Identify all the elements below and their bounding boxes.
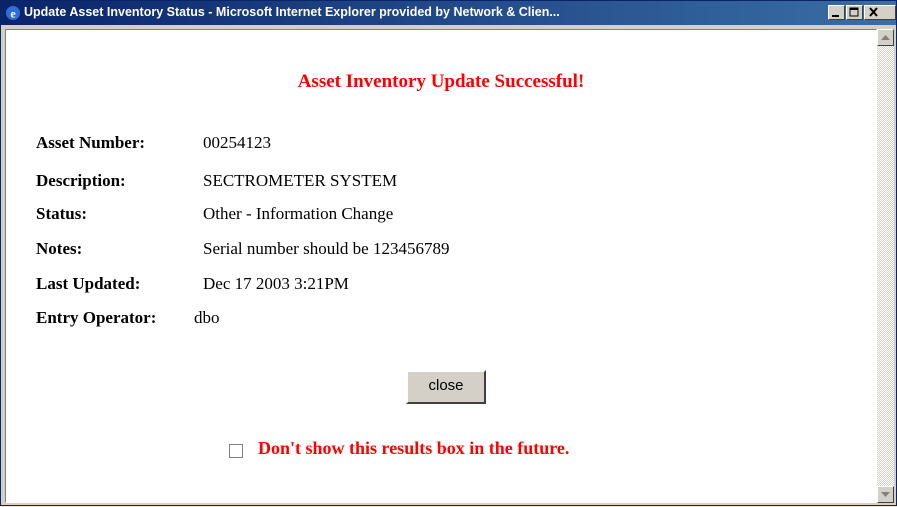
- field-label: Last Updated:: [36, 274, 141, 293]
- field-label: Notes:: [36, 239, 83, 258]
- close-window-button[interactable]: [864, 5, 896, 20]
- field-value: SECTROMETER SYSTEM: [203, 171, 398, 190]
- field-label: Status:: [36, 204, 88, 223]
- vertical-scrollbar[interactable]: [877, 29, 894, 503]
- minimize-icon: [832, 15, 839, 17]
- field-label: Asset Number:: [36, 133, 146, 152]
- scroll-up-button[interactable]: [877, 29, 894, 46]
- field-value: Serial number should be 123456789: [203, 239, 450, 258]
- dont-show-label[interactable]: Don't show this results box in the futur…: [258, 438, 569, 459]
- minimize-button[interactable]: [828, 5, 845, 20]
- field-value: dbo: [194, 308, 220, 327]
- field-label: Entry Operator:: [36, 308, 157, 327]
- close-icon: [869, 7, 878, 17]
- scroll-down-button[interactable]: [877, 486, 894, 503]
- field-value: Dec 17 2003 3:21PM: [203, 274, 349, 293]
- field-value: Other - Information Change: [203, 204, 394, 223]
- window-title: Update Asset Inventory Status - Microsof…: [24, 5, 560, 19]
- browser-window: e Update Asset Inventory Status - Micros…: [0, 0, 897, 506]
- scroll-down-icon: [881, 492, 890, 497]
- svg-text:e: e: [10, 7, 16, 21]
- field-label: Description:: [36, 171, 126, 190]
- success-heading: Asset Inventory Update Successful!: [297, 71, 585, 92]
- maximize-icon: [849, 7, 859, 17]
- close-button[interactable]: close: [406, 370, 486, 404]
- dont-show-checkbox[interactable]: [229, 444, 243, 458]
- scroll-up-icon: [881, 35, 890, 40]
- maximize-button[interactable]: [846, 5, 863, 20]
- page-content: Asset Inventory Update Successful! Asset…: [5, 29, 877, 503]
- ie-icon: e: [6, 6, 20, 21]
- field-value: 00254123: [203, 133, 271, 152]
- title-bar[interactable]: e Update Asset Inventory Status - Micros…: [1, 1, 896, 25]
